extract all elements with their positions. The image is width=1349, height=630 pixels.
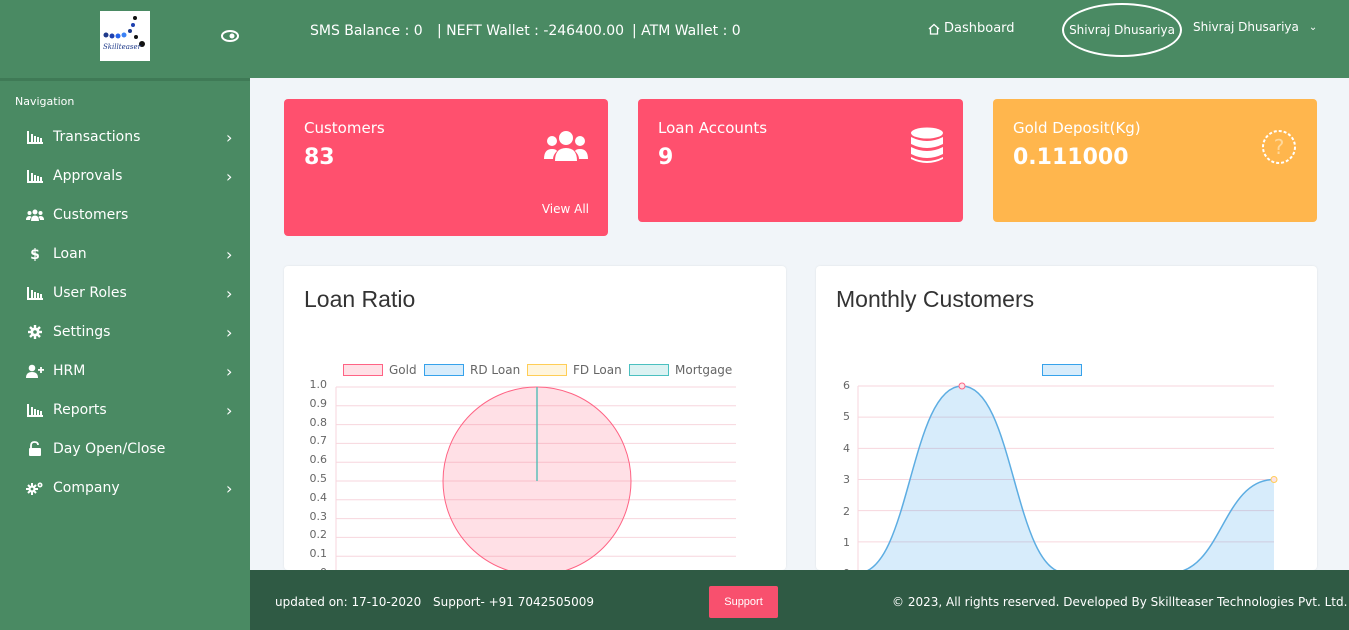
atm-wallet: | ATM Wallet : 0 — [632, 23, 741, 39]
database-icon — [911, 127, 943, 163]
support-button[interactable]: Support — [709, 586, 778, 618]
sidebar-item-label: Settings — [53, 324, 111, 340]
unlock-icon — [26, 441, 44, 457]
support-phone: Support- +91 7042505009 — [433, 595, 595, 609]
home-icon — [928, 23, 940, 35]
user-plus-icon — [26, 363, 44, 379]
chevron-right-icon: › — [226, 127, 233, 147]
chevron-right-icon: › — [226, 166, 233, 186]
sidebar-item-label: Approvals — [53, 168, 123, 184]
chevron-right-icon: › — [226, 361, 233, 381]
bar-chart-icon — [26, 129, 44, 145]
dashboard-label: Dashboard — [944, 21, 1015, 36]
users-icon — [544, 131, 588, 161]
loan-ratio-panel: Loan Ratio Gold RD Loan FD Loan Mortgage 1.… — [284, 266, 786, 570]
chevron-right-icon: › — [226, 400, 233, 420]
copyright-text: © 2023, All rights reserved. Developed B… — [892, 595, 1348, 609]
gears-icon — [26, 480, 44, 496]
data-point — [958, 382, 966, 390]
sidebar-item-label: HRM — [53, 363, 86, 379]
monthly-customers-panel: Monthly Customers 6543210 — [816, 266, 1317, 570]
svg-text:?: ? — [1274, 135, 1285, 159]
gold-deposit-card-title: Gold Deposit(Kg) — [1013, 119, 1141, 137]
loan-accounts-card[interactable]: Loan Accounts 9 — [638, 99, 963, 222]
sms-balance: SMS Balance : 0 — [310, 23, 423, 39]
sidebar-item-company[interactable]: Company › — [0, 470, 250, 506]
sidebar-item-reports[interactable]: Reports › — [0, 392, 250, 428]
sidebar: Navigation Transactions › Approvals › Custom… — [0, 78, 250, 630]
sidebar-item-day-open-close[interactable]: Day Open/Close — [0, 431, 250, 467]
user-name: Shivraj Dhusariya — [1193, 20, 1299, 34]
users-icon — [26, 207, 44, 223]
bar-chart-icon — [26, 285, 44, 301]
monthly-customers-chart — [857, 382, 1278, 570]
user-profile-oval[interactable]: Shivraj Dhusariya — [1062, 3, 1182, 57]
company-logo[interactable]: Skillteaser — [100, 11, 150, 61]
chevron-right-icon: › — [226, 478, 233, 498]
chevron-right-icon: › — [226, 244, 233, 264]
customers-card[interactable]: Customers 83 View All — [284, 99, 608, 236]
sidebar-item-label: Company — [53, 480, 120, 496]
gear-icon — [26, 324, 44, 340]
svg-text:$: $ — [30, 247, 40, 262]
loan-ratio-chart — [335, 386, 736, 570]
sidebar-item-loan[interactable]: $ Loan › — [0, 236, 250, 272]
sidebar-item-label: Reports — [53, 402, 107, 418]
sidebar-item-user-roles[interactable]: User Roles › — [0, 275, 250, 311]
top-bar: Skillteaser SMS Balance : 0 | NEFT Walle… — [0, 0, 1349, 78]
area-fill — [868, 386, 1274, 570]
logo-graphic — [103, 16, 145, 47]
nav-title: Navigation — [15, 95, 75, 108]
sidebar-item-transactions[interactable]: Transactions › — [0, 119, 250, 155]
gold-deposit-card-value: 0.111000 — [1013, 145, 1129, 170]
dollar-icon: $ — [26, 246, 44, 262]
gold-deposit-card[interactable]: Gold Deposit(Kg) 0.111000 ? — [993, 99, 1317, 222]
user-name-oval: Shivraj Dhusariya — [1069, 23, 1175, 37]
chevron-down-icon: ⌄ — [1308, 21, 1318, 33]
bar-chart-icon — [26, 402, 44, 418]
neft-wallet: | NEFT Wallet : -246400.00 — [437, 23, 625, 39]
toggle-sidebar-eye-icon[interactable] — [220, 27, 240, 45]
loan-accounts-card-title: Loan Accounts — [658, 119, 768, 137]
data-point — [1270, 476, 1278, 483]
sidebar-item-label: Day Open/Close — [53, 441, 166, 457]
sidebar-item-label: User Roles — [53, 285, 127, 301]
footer: updated on: 17-10-2020 Support- +91 7042… — [250, 570, 1349, 630]
sidebar-item-hrm[interactable]: HRM › — [0, 353, 250, 389]
loan-accounts-card-value: 9 — [658, 145, 674, 170]
dashboard-link[interactable]: Dashboard — [928, 21, 1015, 36]
updated-on-text: updated on: 17-10-2020 — [275, 595, 422, 609]
customers-card-title: Customers — [304, 119, 385, 137]
logo-text: Skillteaser — [103, 43, 141, 51]
user-menu[interactable]: Shivraj Dhusariya ⌄ — [1193, 20, 1317, 34]
chevron-right-icon: › — [226, 322, 233, 342]
customers-card-value: 83 — [304, 145, 335, 170]
question-circle-icon: ? — [1262, 130, 1296, 164]
sidebar-divider — [0, 78, 250, 81]
chevron-right-icon: › — [226, 283, 233, 303]
sidebar-item-label: Loan — [53, 246, 87, 262]
sidebar-item-approvals[interactable]: Approvals › — [0, 158, 250, 194]
sidebar-item-label: Customers — [53, 207, 129, 223]
bar-chart-icon — [26, 168, 44, 184]
sidebar-item-label: Transactions — [53, 129, 141, 145]
view-all-customers-link[interactable]: View All — [542, 202, 589, 216]
sidebar-item-settings[interactable]: Settings › — [0, 314, 250, 350]
sidebar-item-customers[interactable]: Customers — [0, 197, 250, 233]
